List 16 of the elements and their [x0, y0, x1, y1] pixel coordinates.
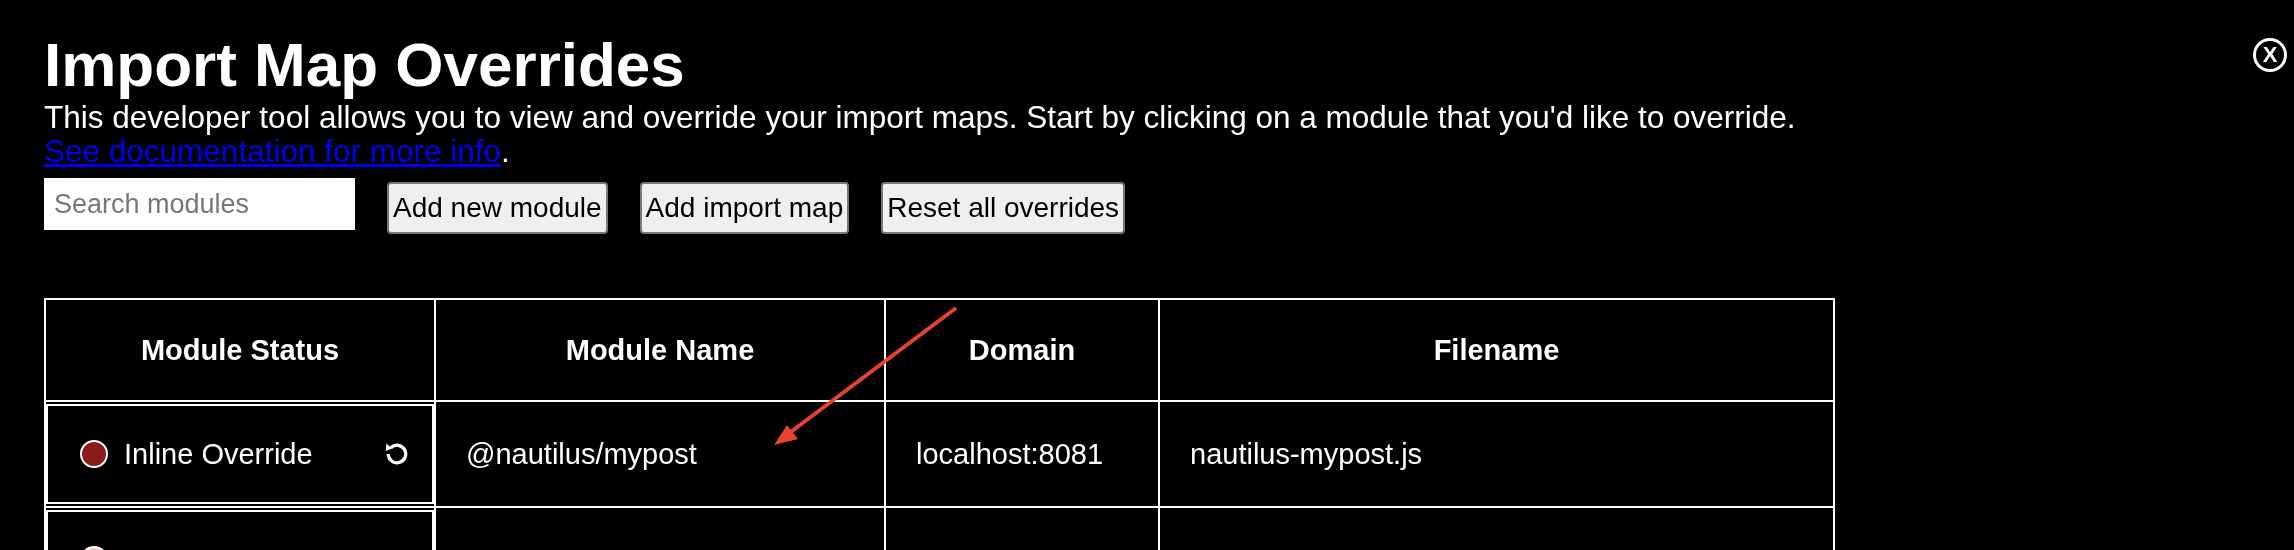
page-title: Import Map Overrides — [44, 30, 686, 100]
filename-text: nautilus-mypost.js — [1190, 437, 1423, 470]
action-button[interactable]: Add import map — [639, 182, 850, 234]
action-button[interactable]: Add new module — [387, 182, 608, 234]
column-header: Domain — [885, 299, 1159, 401]
status-cell[interactable]: Inline Override — [46, 404, 434, 504]
description-text: This developer tool allows you to view and override your import maps. Start by clicking on a module that you'd like to override. See documentation for more info. — [44, 100, 1797, 168]
column-header: Module Name — [435, 299, 885, 401]
search-field[interactable]: Search modules — [44, 178, 355, 230]
close-button[interactable]: X — [2253, 38, 2287, 72]
column-header: Filename — [1159, 299, 1834, 401]
status-label: Inline Override — [124, 437, 313, 471]
module-name: @nautilus/mypost — [466, 437, 697, 470]
domain-text: localhost:8081 — [916, 437, 1104, 470]
action-button[interactable]: Reset all overrides — [881, 182, 1126, 234]
column-header: Module Status — [45, 299, 435, 401]
